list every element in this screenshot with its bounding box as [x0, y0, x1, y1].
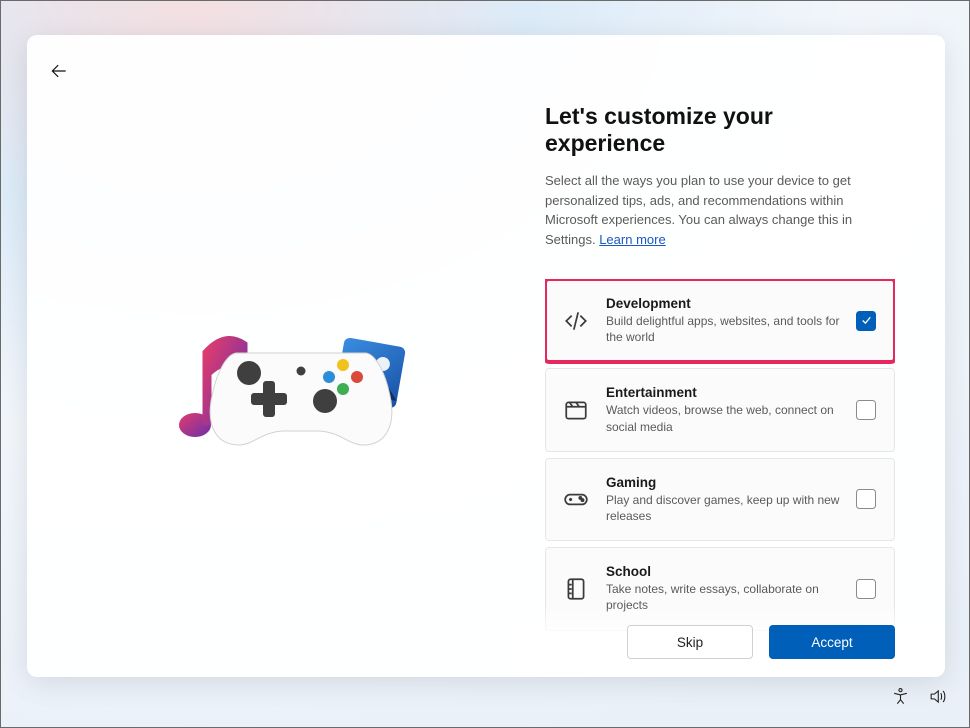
film-icon — [562, 396, 590, 424]
description-text: Select all the ways you plan to use your… — [545, 173, 852, 247]
option-entertainment[interactable]: Entertainment Watch videos, browse the we… — [545, 368, 895, 451]
accessibility-button[interactable] — [891, 687, 910, 711]
system-tray — [891, 687, 947, 711]
option-title: Entertainment — [606, 385, 840, 400]
oobe-card: Let's customize your experience Select a… — [27, 35, 945, 677]
option-gaming[interactable]: Gaming Play and discover games, keep up w… — [545, 458, 895, 541]
code-icon — [562, 307, 590, 335]
hero-illustration — [167, 323, 427, 473]
notebook-icon — [562, 575, 590, 603]
page-title: Let's customize your experience — [545, 103, 895, 157]
page-description: Select all the ways you plan to use your… — [545, 171, 895, 249]
learn-more-link[interactable]: Learn more — [599, 232, 665, 247]
option-text: Entertainment Watch videos, browse the we… — [606, 385, 840, 434]
hero-pane — [27, 35, 517, 677]
footer-bar: Skip Accept — [517, 607, 945, 677]
gamepad-icon — [562, 485, 590, 513]
skip-button[interactable]: Skip — [627, 625, 753, 659]
volume-button[interactable] — [928, 687, 947, 711]
option-title: Gaming — [606, 475, 840, 490]
option-development[interactable]: Development Build delightful apps, websit… — [545, 279, 895, 362]
option-checkbox[interactable] — [856, 400, 876, 420]
option-text: Gaming Play and discover games, keep up w… — [606, 475, 840, 524]
option-checkbox[interactable] — [856, 579, 876, 599]
option-desc: Play and discover games, keep up with ne… — [606, 492, 840, 524]
content-pane: Let's customize your experience Select a… — [517, 35, 945, 677]
volume-icon — [928, 687, 947, 706]
option-title: Development — [606, 296, 840, 311]
option-checkbox[interactable] — [856, 489, 876, 509]
option-desc: Watch videos, browse the web, connect on… — [606, 402, 840, 434]
option-checkbox[interactable] — [856, 311, 876, 331]
option-desc: Build delightful apps, websites, and too… — [606, 313, 840, 345]
accessibility-icon — [891, 687, 910, 706]
option-text: Development Build delightful apps, websit… — [606, 296, 840, 345]
option-title: School — [606, 564, 840, 579]
accept-button[interactable]: Accept — [769, 625, 895, 659]
